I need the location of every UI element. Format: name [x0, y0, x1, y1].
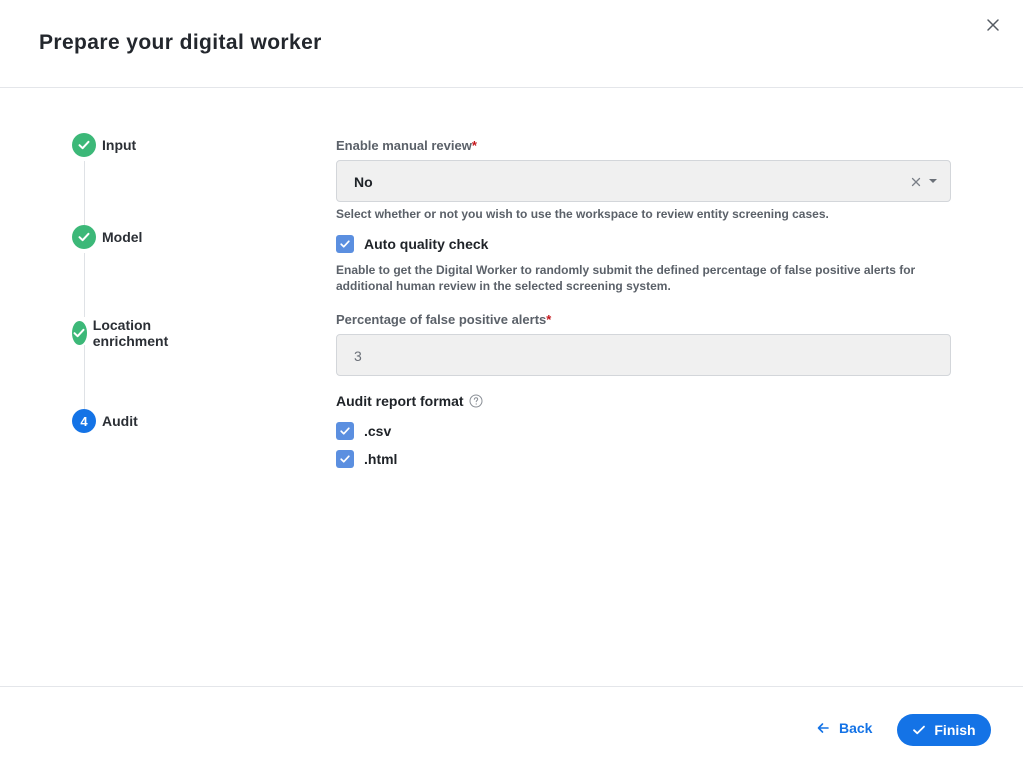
- false-positive-label: Percentage of false positive alerts*: [336, 312, 551, 327]
- input-value: 3: [354, 348, 362, 364]
- dialog-header: Prepare your digital worker: [0, 0, 1023, 88]
- step-label: Model: [102, 229, 143, 245]
- csv-checkbox[interactable]: [336, 422, 354, 440]
- manual-review-help: Select whether or not you wish to use th…: [336, 207, 829, 221]
- required-mark: *: [546, 312, 552, 327]
- step-label: Input: [102, 137, 137, 153]
- check-icon: [340, 455, 350, 463]
- back-button[interactable]: Back: [816, 720, 872, 736]
- step-input[interactable]: Input: [72, 133, 136, 157]
- manual-review-label: Enable manual review*: [336, 138, 477, 153]
- clear-icon[interactable]: [910, 175, 922, 187]
- manual-review-select[interactable]: No: [336, 160, 951, 202]
- dialog-footer: Back Finish: [0, 686, 1023, 763]
- auto-quality-help: Enable to get the Digital Worker to rand…: [336, 263, 916, 293]
- step-number: 4: [72, 409, 96, 433]
- required-mark: *: [471, 138, 477, 153]
- check-icon: [72, 133, 96, 157]
- close-icon[interactable]: [983, 15, 1003, 35]
- manual-review-label-text: Enable manual review: [336, 138, 472, 153]
- dialog-title: Prepare your digital worker: [39, 31, 322, 54]
- back-label: Back: [839, 720, 873, 736]
- auto-quality-label: Auto quality check: [364, 236, 489, 252]
- audit-format-title: Audit report format: [336, 393, 483, 409]
- step-model[interactable]: Model: [72, 225, 142, 249]
- false-positive-label-text: Percentage of false positive alerts: [336, 312, 547, 327]
- arrow-left-icon: [817, 723, 829, 733]
- html-checkbox[interactable]: [336, 450, 354, 468]
- check-icon: [340, 427, 350, 435]
- csv-label: .csv: [364, 423, 392, 439]
- step-label: Location enrichment: [92, 317, 169, 349]
- false-positive-input[interactable]: 3: [336, 334, 951, 376]
- html-label: .html: [364, 451, 398, 467]
- csv-option-row[interactable]: .csv: [336, 422, 391, 440]
- auto-quality-check-row[interactable]: Auto quality check: [336, 235, 488, 253]
- step-connector: [84, 345, 85, 409]
- step-label: Audit: [102, 413, 138, 429]
- auto-quality-checkbox[interactable]: [336, 235, 354, 253]
- step-location-enrichment[interactable]: Location enrichment: [72, 317, 177, 349]
- select-value: No: [354, 174, 373, 190]
- step-connector: [84, 253, 85, 317]
- chevron-down-icon[interactable]: [929, 179, 937, 183]
- check-icon: [72, 225, 96, 249]
- check-icon: [913, 725, 926, 735]
- audit-format-title-text: Audit report format: [336, 393, 464, 409]
- help-circle-icon[interactable]: [469, 394, 483, 408]
- check-icon: [72, 321, 87, 345]
- html-option-row[interactable]: .html: [336, 450, 397, 468]
- finish-label: Finish: [934, 722, 976, 738]
- step-audit[interactable]: 4 Audit: [72, 409, 138, 433]
- finish-button[interactable]: Finish: [897, 714, 991, 746]
- check-icon: [340, 240, 350, 248]
- step-connector: [84, 161, 85, 225]
